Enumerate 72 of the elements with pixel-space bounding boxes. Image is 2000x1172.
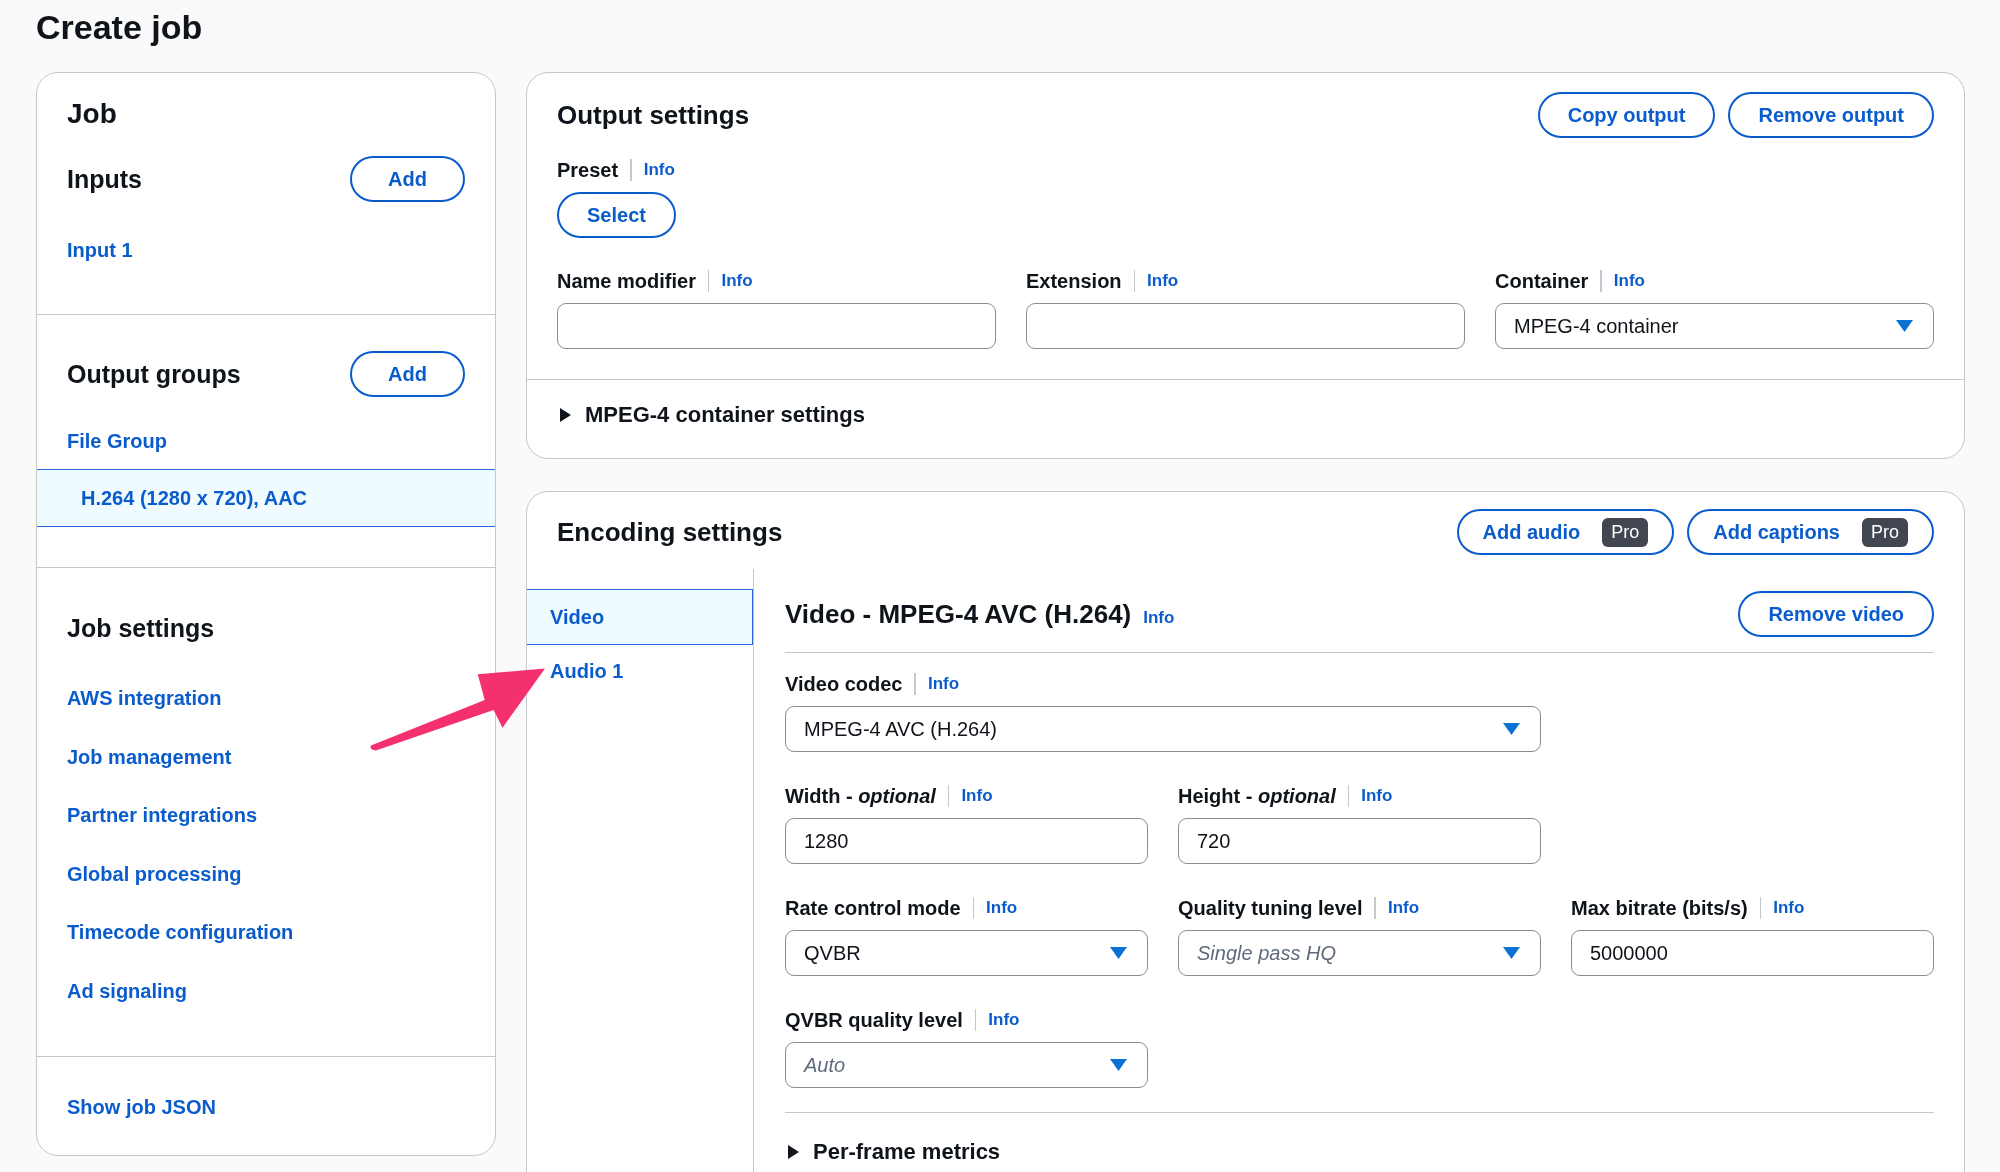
pro-badge: Pro bbox=[1602, 517, 1649, 547]
caret-icon bbox=[1503, 723, 1520, 735]
select-button[interactable]: Select bbox=[557, 192, 676, 238]
select-field[interactable]: Single pass HQ bbox=[1178, 930, 1541, 976]
output-action-button[interactable]: Copy output bbox=[1537, 92, 1716, 138]
triangle-icon bbox=[559, 408, 573, 422]
input-field[interactable]: 5000000 bbox=[1571, 930, 1934, 976]
add-feature-button[interactable]: Add audio Pro bbox=[1456, 509, 1675, 555]
input-field[interactable] bbox=[557, 303, 996, 349]
section-title: Output groups bbox=[67, 359, 241, 390]
settings-tab[interactable]: Audio 1 bbox=[550, 659, 624, 683]
remove-video-button[interactable]: Remove video bbox=[1738, 591, 1934, 637]
field-label: Width - optional bbox=[785, 784, 936, 808]
field-label: Quality tuning level bbox=[1178, 896, 1363, 920]
info-link[interactable]: Info bbox=[1361, 786, 1393, 806]
input-field[interactable]: 1280 bbox=[785, 818, 1148, 864]
info-link[interactable]: Info bbox=[721, 271, 753, 291]
info-link[interactable]: Info bbox=[1773, 898, 1805, 918]
input-link[interactable]: Input 1 bbox=[37, 221, 495, 279]
settings-link[interactable]: Ad signaling bbox=[67, 978, 465, 1003]
output-group-link[interactable]: File Group bbox=[67, 429, 465, 453]
triangle-icon bbox=[787, 1145, 801, 1159]
settings-link[interactable]: Job management bbox=[67, 744, 465, 769]
add-button[interactable]: Add bbox=[350, 156, 465, 202]
pro-badge: Pro bbox=[1862, 517, 1908, 547]
input-field[interactable] bbox=[1026, 303, 1465, 349]
output-item[interactable]: H.264 (1280 x 720), AAC bbox=[37, 469, 495, 527]
field-label: Name modifier bbox=[557, 269, 696, 293]
add-feature-button[interactable]: Add captions Pro bbox=[1687, 509, 1934, 555]
settings-tab[interactable]: Video bbox=[527, 589, 753, 645]
select-field[interactable]: MPEG-4 container bbox=[1495, 303, 1934, 349]
info-link[interactable]: Info bbox=[1388, 898, 1420, 918]
info-link[interactable]: Info bbox=[643, 160, 675, 180]
caret-icon bbox=[1110, 947, 1127, 959]
page-title: Create job bbox=[36, 7, 204, 48]
panel-title: Job bbox=[67, 97, 118, 131]
info-link[interactable]: Info bbox=[1613, 271, 1645, 291]
expander-toggle[interactable]: MPEG-4 container settings bbox=[559, 402, 1934, 428]
panel-title: Encoding settings bbox=[557, 516, 783, 549]
settings-link[interactable]: AWS integration bbox=[67, 686, 465, 710]
info-link[interactable]: Info bbox=[988, 1010, 1020, 1030]
panel-title: Output settings bbox=[557, 99, 750, 132]
field-label: Height - optional bbox=[1178, 784, 1336, 808]
info-link[interactable]: Info bbox=[961, 786, 993, 806]
expander-toggle[interactable]: Per-frame metrics bbox=[787, 1139, 1934, 1165]
section-title: Inputs bbox=[67, 164, 142, 195]
output-action-button[interactable]: Remove output bbox=[1728, 92, 1934, 138]
section-title: Job settings bbox=[67, 613, 216, 644]
info-link[interactable]: Info bbox=[927, 674, 960, 694]
field-label: Preset bbox=[557, 158, 619, 182]
select-field[interactable]: Auto bbox=[785, 1042, 1148, 1088]
caret-icon bbox=[1896, 320, 1913, 332]
field-label: QVBR quality level bbox=[785, 1008, 963, 1032]
settings-link[interactable]: Global processing bbox=[67, 861, 465, 886]
settings-link[interactable]: Timecode configuration bbox=[67, 920, 465, 945]
info-link[interactable]: Info bbox=[986, 898, 1018, 918]
field-label: Max bitrate (bits/s) bbox=[1571, 896, 1748, 920]
select-field[interactable]: QVBR bbox=[785, 930, 1148, 976]
settings-link[interactable]: Partner integrations bbox=[67, 803, 465, 828]
section-title: Video - MPEG-4 AVC (H.264) bbox=[785, 598, 1132, 630]
field-label: Extension bbox=[1026, 269, 1122, 293]
show-json-link[interactable]: Show job JSON bbox=[67, 1095, 465, 1119]
field-label: Rate control mode bbox=[785, 896, 961, 920]
info-link[interactable]: Info bbox=[1147, 271, 1179, 291]
info-link[interactable]: Info bbox=[1143, 607, 1175, 628]
caret-icon bbox=[1503, 947, 1520, 959]
field-label: Container bbox=[1495, 269, 1589, 293]
field-label: Video codec bbox=[785, 672, 903, 696]
caret-icon bbox=[1110, 1059, 1127, 1071]
select-field[interactable]: MPEG-4 AVC (H.264) bbox=[785, 706, 1541, 752]
add-button[interactable]: Add bbox=[350, 351, 465, 397]
input-field[interactable]: 720 bbox=[1178, 818, 1541, 864]
